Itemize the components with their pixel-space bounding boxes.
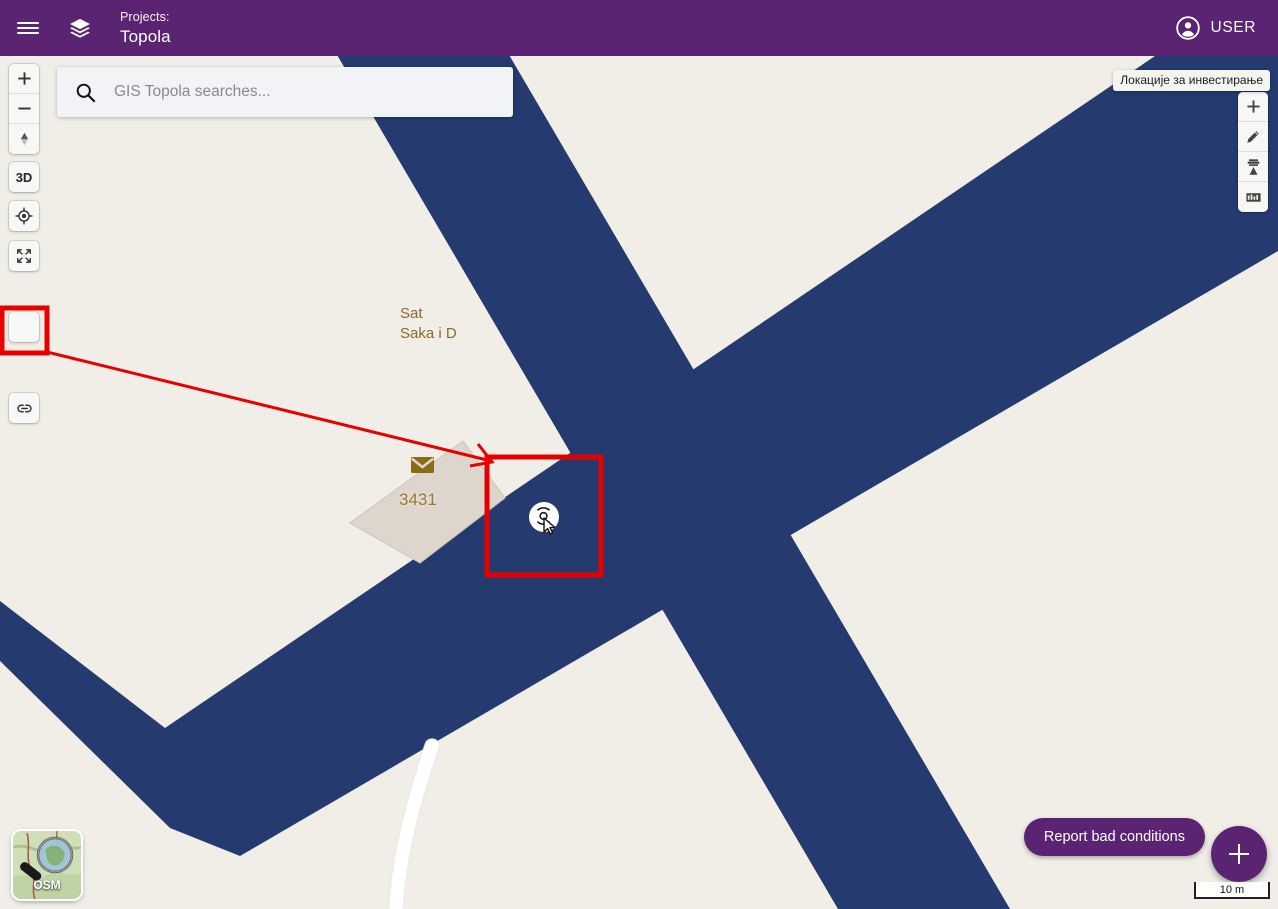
share-link-button[interactable] [9, 393, 39, 423]
map-pin-stack-button[interactable] [1238, 152, 1268, 182]
hamburger-bar [17, 22, 39, 24]
hamburger-menu-icon[interactable] [4, 4, 52, 52]
top-app-bar: Projects: Topola USER [0, 0, 1278, 56]
zoom-out-button[interactable] [9, 94, 39, 124]
zoom-control-group [9, 64, 39, 154]
basemap-switcher[interactable]: OSM [13, 831, 81, 899]
compass-needle-icon [20, 132, 28, 146]
reset-bearing-button[interactable] [9, 124, 39, 154]
report-bad-conditions-button[interactable]: Report bad conditions [1023, 818, 1205, 856]
layers-stack-icon[interactable] [56, 4, 104, 52]
user-label: USER [1210, 19, 1256, 36]
search-bar[interactable] [57, 67, 513, 117]
add-new-fab-button[interactable] [1211, 826, 1267, 882]
crosshair-locate-icon [15, 207, 33, 225]
layer-tooltip: Локације за инвестирање [1113, 70, 1270, 91]
envelope-post-icon [410, 457, 435, 473]
minus-icon [17, 107, 31, 110]
fullscreen-expand-icon [17, 249, 31, 263]
ruler-chart-icon [1245, 193, 1261, 202]
link-chain-icon [16, 404, 32, 412]
map-magnifier-icon [13, 831, 81, 899]
geolocate-button[interactable] [9, 201, 39, 231]
user-menu[interactable]: USER [1175, 15, 1256, 41]
add-feature-button[interactable] [1238, 92, 1268, 122]
geolocate-group [9, 201, 39, 231]
fullscreen-button[interactable] [9, 241, 39, 271]
plus-icon [1246, 100, 1260, 113]
share-link-group [9, 393, 39, 423]
zoom-in-button[interactable] [9, 64, 39, 94]
search-input[interactable] [114, 83, 484, 101]
blank-tool-button[interactable] [9, 312, 39, 342]
account-circle-icon [1175, 16, 1200, 40]
map-tools-group [1238, 92, 1268, 212]
appbar-left-group: Projects: Topola [0, 4, 171, 52]
project-block[interactable]: Projects: Topola [120, 9, 171, 46]
three-d-toggle-button[interactable]: 3D [9, 162, 39, 192]
search-icon [76, 83, 96, 102]
measure-chart-button[interactable] [1238, 182, 1268, 212]
hamburger-bar [17, 32, 39, 34]
plus-icon [17, 72, 31, 85]
draw-edit-button[interactable] [1238, 122, 1268, 152]
fullscreen-group [9, 241, 39, 271]
map-pin-stack-icon [1247, 158, 1259, 175]
map-vector-layer [0, 56, 1278, 909]
three-d-label: 3D [15, 169, 33, 185]
click-ripple-cursor-icon [528, 501, 559, 535]
three-d-toggle-group: 3D [9, 162, 39, 192]
scale-bar: 10 m [1194, 882, 1270, 899]
blank-tool-group [9, 312, 39, 342]
hamburger-bar [17, 27, 39, 29]
map-canvas[interactable]: Sat Saka i D 3431 3D GIS Topola searches… [0, 56, 1278, 909]
project-name: Topola [120, 26, 171, 46]
gis-map-application: Projects: Topola USER Sat Saka i D 3431 … [0, 0, 1278, 909]
pencil-icon [1247, 130, 1259, 143]
project-label: Projects: [120, 9, 170, 24]
